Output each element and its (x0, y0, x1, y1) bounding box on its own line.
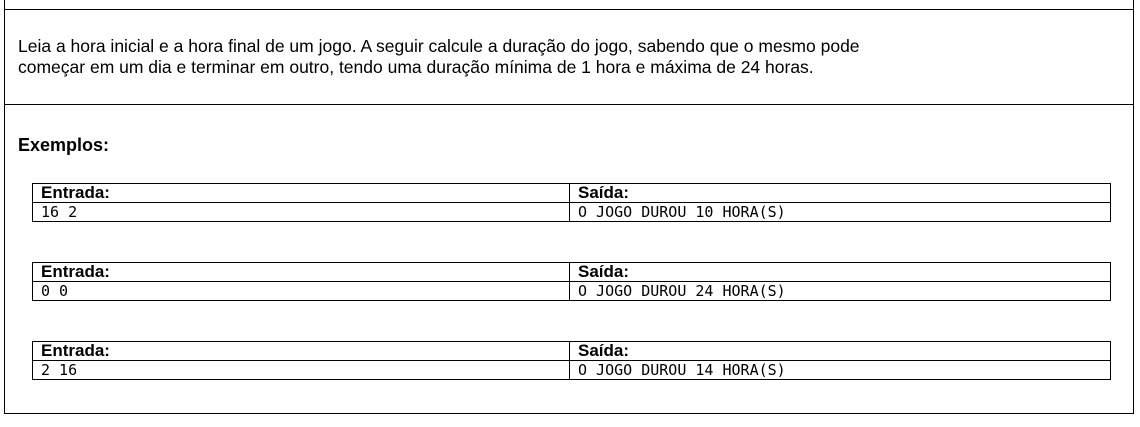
example-output: O JOGO DUROU 10 HORA(S) (569, 202, 1111, 222)
description-line-1: Leia a hora inicial e a hora final de um… (18, 36, 860, 56)
example-input: 2 16 (32, 360, 570, 380)
example-output: O JOGO DUROU 24 HORA(S) (569, 281, 1111, 301)
example-table-2: Entrada: Saída: 0 0 O JOGO DUROU 24 HORA… (32, 262, 1111, 301)
output-header: Saída: (569, 183, 1111, 203)
example-table-1: Entrada: Saída: 16 2 O JOGO DUROU 10 HOR… (32, 183, 1111, 222)
input-header: Entrada: (32, 262, 570, 282)
problem-description: Leia a hora inicial e a hora final de um… (18, 36, 1118, 78)
section-divider (5, 104, 1133, 105)
output-header: Saída: (569, 341, 1111, 361)
description-line-2: começar em um dia e terminar em outro, t… (18, 57, 814, 77)
example-input: 16 2 (32, 202, 570, 222)
output-header: Saída: (569, 262, 1111, 282)
example-table-3: Entrada: Saída: 2 16 O JOGO DUROU 14 HOR… (32, 341, 1111, 380)
examples-heading: Exemplos: (18, 135, 110, 155)
input-header: Entrada: (32, 183, 570, 203)
input-header: Entrada: (32, 341, 570, 361)
top-divider (5, 9, 1133, 10)
example-output: O JOGO DUROU 14 HORA(S) (569, 360, 1111, 380)
example-input: 0 0 (32, 281, 570, 301)
problem-box: Leia a hora inicial e a hora final de um… (4, 0, 1134, 414)
